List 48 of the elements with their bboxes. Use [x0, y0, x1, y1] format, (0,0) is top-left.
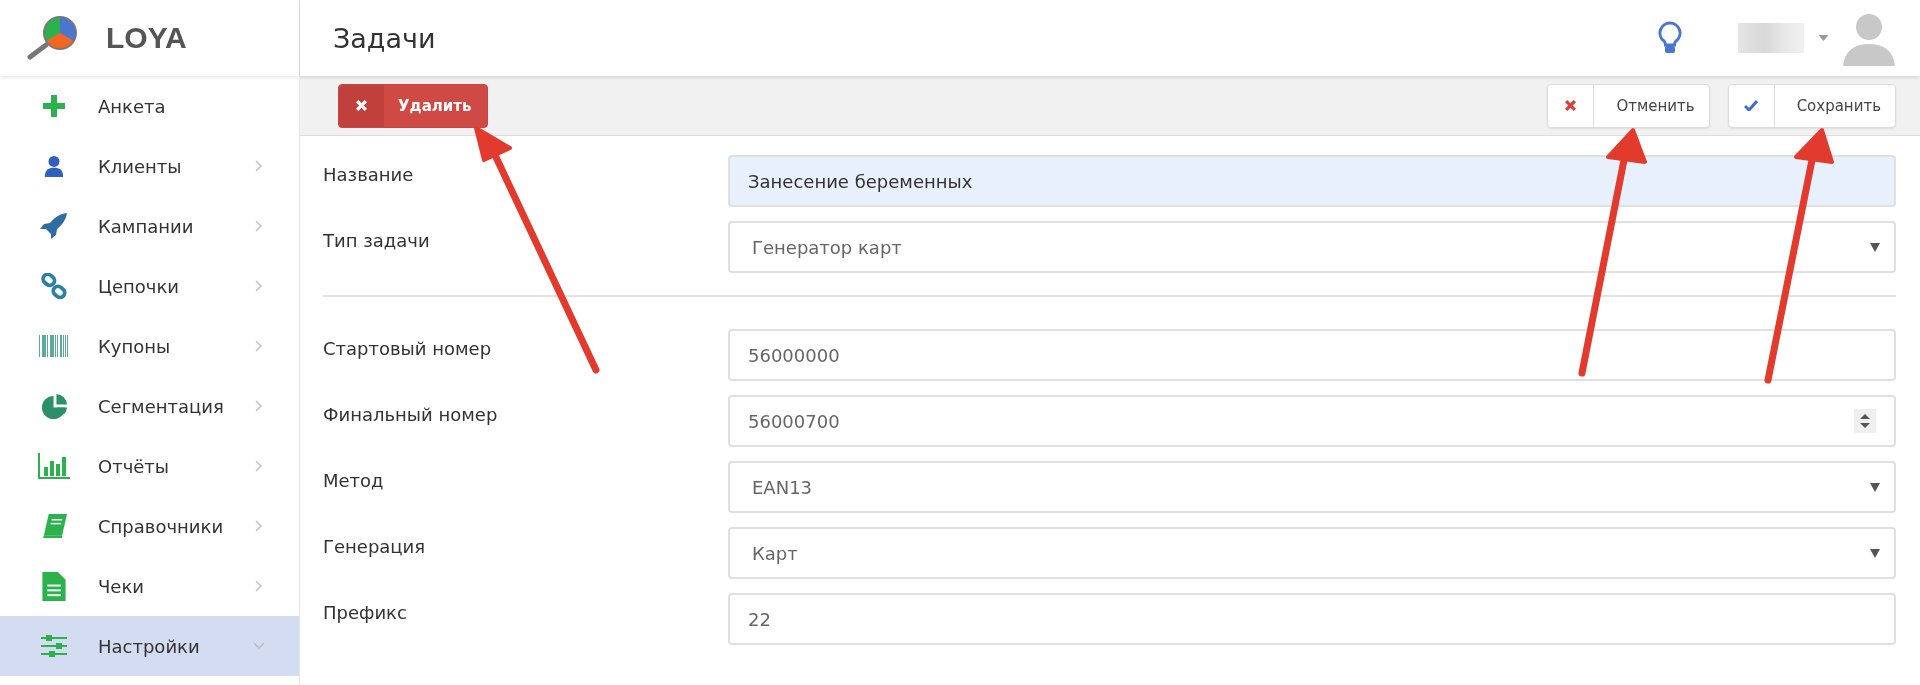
sidebar-item[interactable]: Цепочки — [0, 256, 299, 316]
caret-icon[interactable] — [1818, 35, 1829, 41]
document-icon — [42, 571, 66, 601]
dropdown-arrow-icon — [1870, 242, 1880, 252]
sidebar-item[interactable]: Сегментация — [0, 376, 299, 436]
field-label: Метод — [323, 469, 385, 491]
sidebar-item[interactable]: Клиенты — [0, 136, 299, 196]
number-field[interactable]: 56000700 — [728, 395, 1896, 447]
close-icon — [356, 100, 367, 111]
dropdown-field[interactable]: EAN13 — [728, 461, 1896, 513]
field-label: Генерация — [323, 535, 427, 557]
barcode-icon — [39, 335, 69, 357]
book-icon — [40, 513, 68, 539]
field-label: Префикс — [323, 601, 408, 623]
input-field[interactable]: 22 — [728, 593, 1896, 645]
field-label: Финальный номер — [323, 403, 499, 425]
field-label: Тип задачи — [323, 229, 431, 251]
sidebar-item[interactable]: Чеки — [0, 556, 299, 616]
dropdown-field[interactable]: Генератор карт — [728, 221, 1896, 273]
sidebar-item[interactable]: Кампании — [0, 196, 299, 256]
user-icon — [43, 154, 65, 178]
delete-button[interactable]: Удалить — [338, 83, 489, 128]
sidebar-item[interactable]: Анкета — [0, 76, 299, 136]
close-icon — [1565, 100, 1577, 111]
field-label: Название — [323, 163, 415, 185]
sidebar-item[interactable]: Купоны — [0, 316, 299, 376]
sidebar-item[interactable]: Справочники — [0, 496, 299, 556]
lightbulb-icon[interactable] — [1658, 21, 1682, 55]
bar-chart-icon — [38, 453, 70, 479]
dropdown-arrow-icon — [1870, 482, 1880, 492]
spinner-icon[interactable] — [1854, 409, 1876, 433]
sliders-icon — [41, 635, 67, 657]
brand-name: LOYA — [106, 21, 187, 55]
page-title: Задачи — [333, 22, 436, 54]
save-button[interactable]: Сохранить — [1727, 83, 1896, 128]
input-field[interactable]: Занесение беременных — [728, 155, 1896, 207]
rocket-icon — [40, 213, 68, 239]
input-field[interactable]: 56000000 — [728, 329, 1896, 381]
pie-chart-icon — [40, 392, 68, 420]
sidebar-item[interactable]: Отчёты — [0, 436, 299, 496]
cancel-button[interactable]: Отменить — [1547, 83, 1710, 128]
link-icon — [41, 273, 67, 299]
sidebar-item[interactable]: Настройки — [0, 616, 299, 676]
dropdown-field[interactable]: Карт — [728, 527, 1896, 579]
dropdown-arrow-icon — [1870, 548, 1880, 558]
field-label: Стартовый номер — [323, 337, 493, 359]
plus-icon — [42, 94, 66, 118]
checkmark-icon — [1744, 100, 1759, 111]
